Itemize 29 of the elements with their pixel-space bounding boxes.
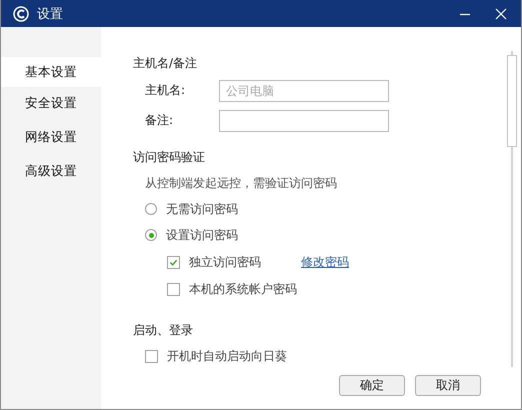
section-heading: 主机名/备注 [133,55,198,71]
option-label: 本机的系统帐户密码 [189,280,298,298]
checkbox[interactable] [167,256,180,268]
sidebar-item[interactable]: 基本设置 [1,57,101,87]
scrollbar-thumb[interactable] [507,55,517,147]
option-label: 无需访问密码 [166,200,238,218]
change-password-link[interactable]: 修改密码 [301,254,349,270]
option-label: 独立访问密码 [189,254,262,270]
option-label: 开机时自动启动向日葵 [167,348,287,364]
radio-button[interactable] [145,229,157,241]
radio-button[interactable] [145,203,157,215]
sidebar-item[interactable]: 安全设置 [1,87,101,121]
cancel-button[interactable]: 取消 [415,375,481,396]
close-icon[interactable] [495,8,507,20]
section-heading: 访问密码验证 [133,149,206,165]
ok-button[interactable]: 确定 [339,375,405,396]
description-text: 从控制端发起远控，需验证访问密码 [144,175,338,191]
section-heading: 启动、登录 [133,322,194,338]
checkbox[interactable] [145,350,158,362]
sidebar-item[interactable]: 高级设置 [1,155,101,189]
field-label: 备注: [145,112,174,129]
field-label: 主机名: [145,82,186,99]
window-title: 设置 [37,6,63,22]
input-field[interactable]: 公司电脑 [219,80,389,102]
sidebar-item[interactable]: 网络设置 [1,121,101,155]
input-field[interactable] [219,110,389,132]
app-logo-icon [13,6,29,22]
checkbox[interactable] [167,282,180,296]
option-label: 设置访问密码 [166,226,238,244]
